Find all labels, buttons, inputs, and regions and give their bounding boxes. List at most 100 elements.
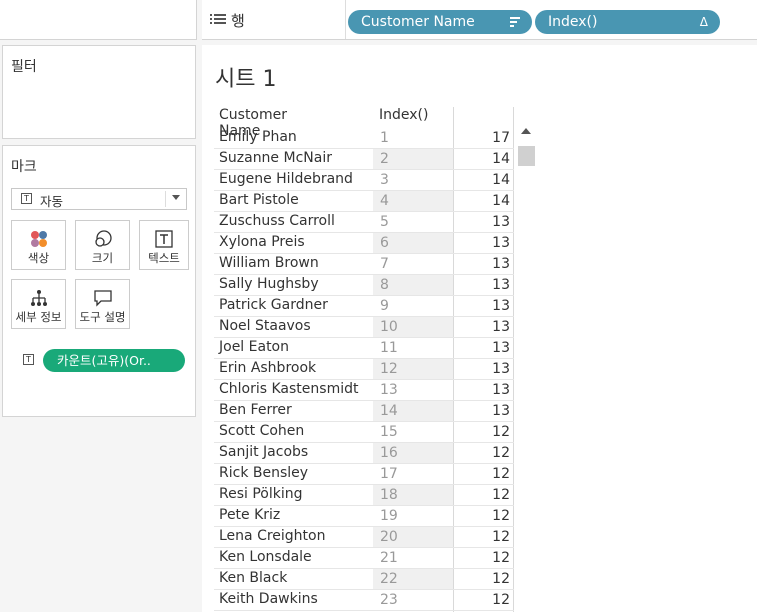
table-row[interactable]: Emily Phan 1 17 [214, 128, 514, 149]
customer-name-cell: Resi Pölking [219, 486, 303, 502]
worksheet: 시트 1 Customer Name Index() Emily Phan 1 17… [202, 45, 757, 612]
customer-name-cell: Joel Eaton [219, 339, 289, 355]
index-cell: 17 [380, 466, 398, 482]
customer-name-cell: Ken Black [219, 570, 288, 586]
scroll-thumb[interactable] [518, 146, 535, 166]
table-row[interactable]: William Brown 7 13 [214, 254, 514, 275]
table-row[interactable]: Ken Black 22 12 [214, 569, 514, 590]
index-cell: 8 [373, 275, 453, 295]
table-row[interactable]: Patrick Gardner 9 13 [214, 296, 514, 317]
scroll-up-icon[interactable] [521, 128, 531, 134]
detail-icon [30, 290, 47, 306]
color-button[interactable]: 색상 [11, 220, 66, 270]
rows-shelf: 행 Customer Name Index() Δ [202, 0, 757, 40]
count-cell: 12 [492, 571, 510, 587]
table-row[interactable]: Joel Eaton 11 13 [214, 338, 514, 359]
table-row[interactable]: Sally Hughsby 8 13 [214, 275, 514, 296]
table-row[interactable]: Ben Ferrer 14 13 [214, 401, 514, 422]
filters-card[interactable]: 필터 [2, 45, 196, 139]
sheet-title: 시트 1 [215, 67, 277, 92]
customer-name-cell: Lena Creighton [219, 528, 326, 544]
index-cell: 18 [373, 485, 453, 505]
count-cell: 13 [492, 235, 510, 251]
customer-name-cell: Emily Phan [219, 129, 297, 145]
index-pill[interactable]: Index() Δ [535, 10, 720, 34]
table-row[interactable]: Zuschuss Carroll 5 13 [214, 212, 514, 233]
color-label: 색상 [27, 251, 50, 265]
tooltip-button[interactable]: 도구 설명 [75, 279, 130, 329]
customer-name-cell: Pete Kriz [219, 507, 281, 523]
table-row[interactable]: Xylona Preis 6 13 [214, 233, 514, 254]
index-cell: 20 [373, 527, 453, 547]
index-cell: 16 [373, 443, 453, 463]
customer-name-cell: Bart Pistole [219, 192, 299, 208]
index-cell: 13 [380, 382, 398, 398]
index-cell: 14 [373, 401, 453, 421]
chevron-down-icon [172, 195, 180, 200]
text-mark-icon: T [21, 193, 32, 204]
count-cell: 12 [492, 424, 510, 440]
marks-title: 마크 [11, 159, 37, 175]
table-row[interactable]: Pete Kriz 19 12 [214, 506, 514, 527]
index-cell: 9 [380, 298, 389, 314]
text-icon [155, 230, 173, 248]
filters-title: 필터 [11, 59, 37, 75]
size-icon [94, 230, 112, 247]
index-cell: 23 [380, 592, 398, 608]
vertical-scrollbar[interactable] [516, 124, 536, 612]
table-row[interactable]: Resi Pölking 18 12 [214, 485, 514, 506]
customer-name-pill[interactable]: Customer Name [348, 10, 532, 34]
index-cell: 12 [373, 359, 453, 379]
count-cell: 12 [492, 592, 510, 608]
index-cell: 21 [380, 550, 398, 566]
detail-label: 세부 정보 [15, 310, 62, 324]
customer-name-cell: Scott Cohen [219, 423, 305, 439]
index-cell: 19 [380, 508, 398, 524]
count-cell: 13 [492, 382, 510, 398]
dropdown-separator [165, 191, 166, 207]
customer-name-cell: Suzanne McNair [219, 150, 332, 166]
customer-name-cell: Eugene Hildebrand [219, 171, 353, 187]
table-row[interactable]: Rick Bensley 17 12 [214, 464, 514, 485]
marks-card: 마크 T 자동 색상 크기 텍스트 세부 정보 도구 설명 T 카운트(고유)(… [2, 145, 196, 417]
table-row[interactable]: Eugene Hildebrand 3 14 [214, 170, 514, 191]
count-cell: 12 [492, 466, 510, 482]
table-row[interactable]: Bart Pistole 4 14 [214, 191, 514, 212]
table-row[interactable]: Keith Dawkins 23 12 [214, 590, 514, 611]
mark-type-dropdown[interactable]: T 자동 [11, 188, 187, 210]
count-cell: 12 [492, 529, 510, 545]
index-cell: 2 [373, 149, 453, 169]
customer-name-cell: Chloris Kastensmidt [219, 381, 359, 397]
customer-name-cell: Ben Ferrer [219, 402, 292, 418]
mark-type-label: 자동 [40, 194, 64, 209]
detail-button[interactable]: 세부 정보 [11, 279, 66, 329]
sort-desc-icon [510, 17, 520, 29]
count-cell: 12 [492, 508, 510, 524]
rows-icon [210, 14, 226, 26]
customer-name-cell: William Brown [219, 255, 319, 271]
index-cell: 4 [373, 191, 453, 211]
customer-name-pill-label: Customer Name [361, 14, 475, 30]
size-button[interactable]: 크기 [75, 220, 130, 270]
table-row[interactable]: Suzanne McNair 2 14 [214, 149, 514, 170]
index-cell: 11 [380, 340, 398, 356]
count-cell: 13 [492, 214, 510, 230]
text-mark-icon: T [23, 354, 34, 365]
count-cell: 12 [492, 445, 510, 461]
count-cell: 13 [492, 277, 510, 293]
table-row[interactable]: Noel Staavos 10 13 [214, 317, 514, 338]
customer-name-cell: Zuschuss Carroll [219, 213, 335, 229]
customer-name-cell: Sanjit Jacobs [219, 444, 309, 460]
count-distinct-pill[interactable]: 카운트(고유)(Or.. [43, 349, 185, 372]
column-header-index[interactable]: Index() [379, 107, 428, 123]
table-row[interactable]: Sanjit Jacobs 16 12 [214, 443, 514, 464]
table-row[interactable]: Lena Creighton 20 12 [214, 527, 514, 548]
table-row[interactable]: Chloris Kastensmidt 13 13 [214, 380, 514, 401]
table-row[interactable]: Scott Cohen 15 12 [214, 422, 514, 443]
text-button[interactable]: 텍스트 [139, 220, 189, 270]
index-cell: 10 [373, 317, 453, 337]
customer-name-cell: Erin Ashbrook [219, 360, 317, 376]
index-cell: 1 [380, 130, 389, 146]
table-row[interactable]: Erin Ashbrook 12 13 [214, 359, 514, 380]
table-row[interactable]: Ken Lonsdale 21 12 [214, 548, 514, 569]
